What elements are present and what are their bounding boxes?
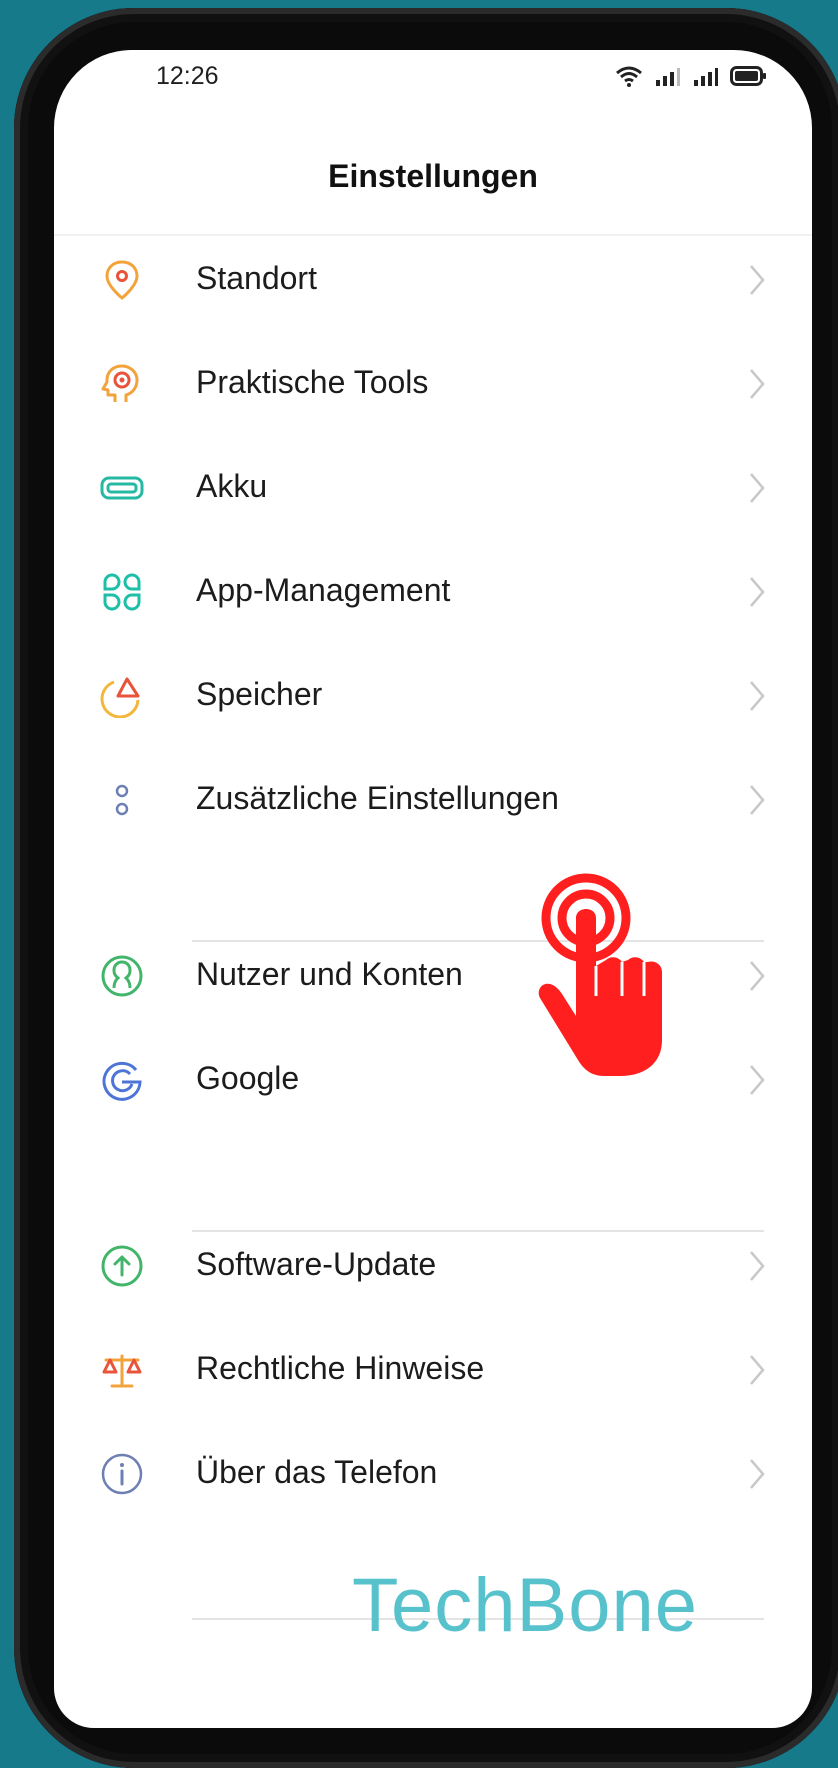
app-grid-icon: [103, 573, 141, 611]
info-icon: [101, 1453, 143, 1495]
settings-item-google[interactable]: Google: [54, 1030, 812, 1130]
chevron-right-icon: [750, 1065, 765, 1095]
settings-item-ueber-das-telefon[interactable]: Über das Telefon: [54, 1424, 812, 1524]
settings-item-label: Praktische Tools: [196, 364, 429, 400]
signal-icon: [694, 68, 718, 86]
battery-icon: [100, 476, 144, 500]
battery-icon: [730, 66, 766, 86]
techbone-watermark: TechBone: [352, 1563, 699, 1648]
more-dots-icon: [115, 784, 129, 816]
status-icons: [614, 64, 768, 88]
user-account-icon: [101, 955, 143, 997]
chevron-right-icon: [750, 473, 765, 503]
page-title: Einstellungen: [328, 158, 538, 194]
chevron-right-icon: [750, 1355, 765, 1385]
chevron-right-icon: [750, 681, 765, 711]
settings-item-label: Rechtliche Hinweise: [196, 1350, 485, 1386]
tools-head-icon: [101, 364, 139, 402]
settings-item-praktische-tools[interactable]: Praktische Tools: [54, 334, 812, 434]
phone-screen: 12:26 Einstellungen Standort Praktische …: [54, 50, 812, 1728]
settings-item-akku[interactable]: Akku: [54, 438, 812, 538]
location-pin-icon: [105, 260, 139, 300]
settings-item-label: Über das Telefon: [196, 1454, 438, 1490]
chevron-right-icon: [750, 1459, 765, 1489]
settings-item-rechtliche-hinweise[interactable]: Rechtliche Hinweise: [54, 1320, 812, 1420]
settings-item-nutzer-und-konten[interactable]: Nutzer und Konten: [54, 926, 812, 1026]
update-arrow-icon: [101, 1245, 143, 1287]
settings-item-label: Speicher: [196, 676, 323, 712]
settings-item-standort[interactable]: Standort: [54, 230, 812, 330]
scales-icon: [102, 1354, 142, 1388]
google-g-icon: [102, 1061, 142, 1101]
tap-hand-icon: [538, 873, 662, 1076]
chevron-right-icon: [750, 369, 765, 399]
storage-pie-icon: [100, 677, 140, 718]
chevron-right-icon: [750, 785, 765, 815]
settings-item-label: Nutzer und Konten: [196, 956, 463, 992]
settings-item-label: Akku: [196, 468, 268, 504]
chevron-right-icon: [750, 265, 765, 295]
settings-item-zusaetzliche-einstellungen[interactable]: Zusätzliche Einstellungen: [54, 750, 812, 850]
settings-item-label: Software-Update: [196, 1246, 437, 1282]
chevron-right-icon: [750, 961, 765, 991]
settings-item-software-update[interactable]: Software-Update: [54, 1216, 812, 1316]
chevron-right-icon: [750, 1251, 765, 1281]
settings-item-app-management[interactable]: App-Management: [54, 542, 812, 642]
chevron-right-icon: [750, 577, 765, 607]
signal-icon: [656, 68, 680, 86]
settings-item-speicher[interactable]: Speicher: [54, 646, 812, 746]
status-bar: 12:26: [54, 50, 812, 130]
settings-item-label: Google: [196, 1060, 300, 1096]
wifi-icon: [616, 66, 642, 87]
status-time: 12:26: [156, 62, 219, 90]
settings-item-label: App-Management: [196, 572, 451, 608]
settings-item-label: Zusätzliche Einstellungen: [196, 780, 559, 816]
settings-item-label: Standort: [196, 260, 317, 296]
